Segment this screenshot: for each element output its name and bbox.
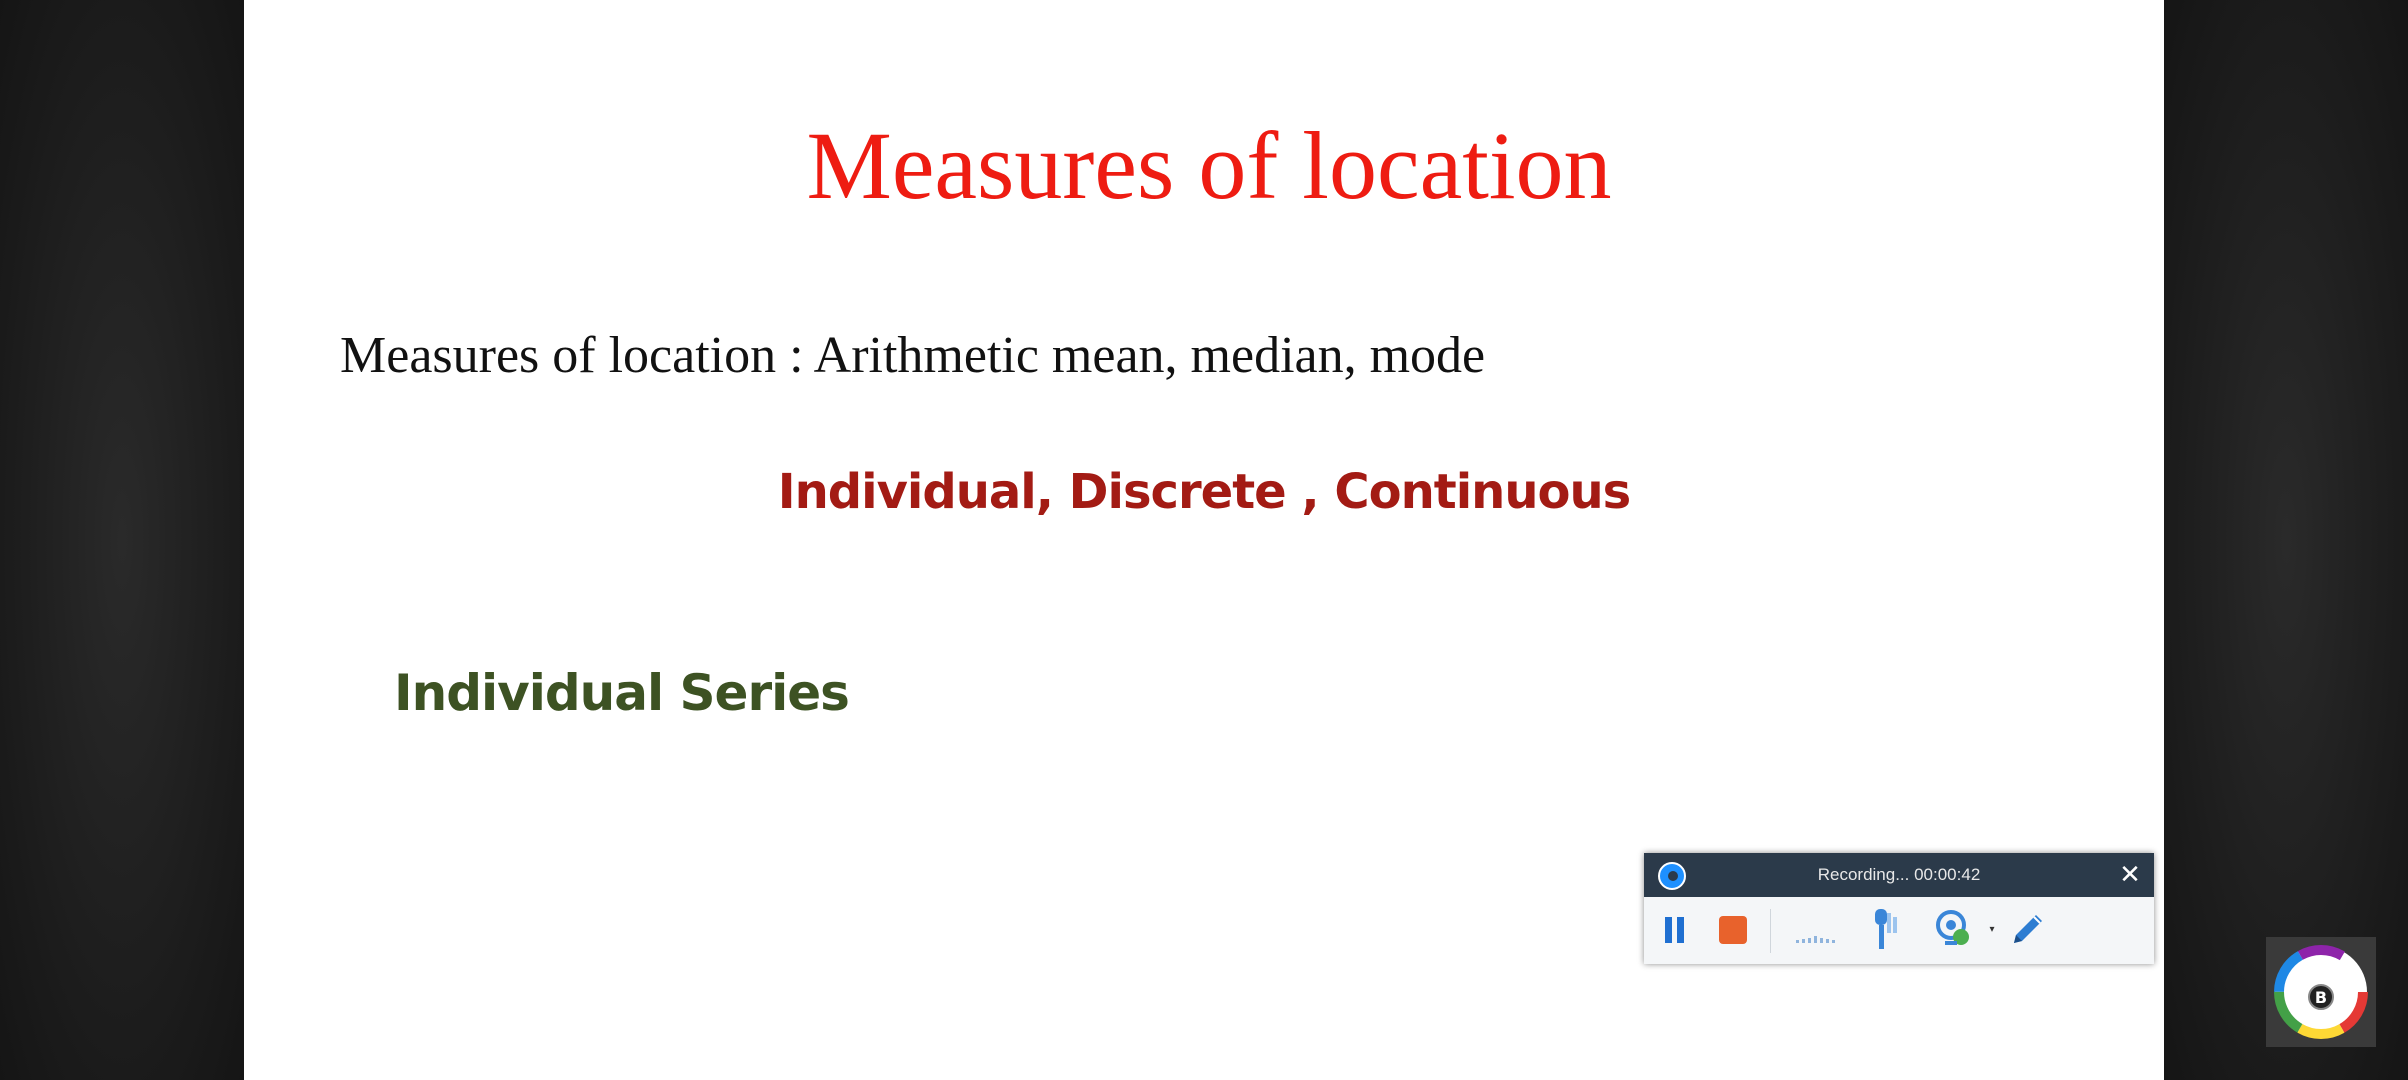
recording-toolbar-header[interactable]: Recording... 00:00:42 ✕ [1644,853,2154,897]
individual-series-heading: Individual Series [394,664,850,722]
stop-icon[interactable] [1719,916,1747,944]
slide-subtitle: Measures of location : Arithmetic mean, … [340,327,1486,384]
close-icon[interactable]: ✕ [2114,859,2146,891]
channel-logo: B [2266,937,2376,1047]
microphone-icon[interactable] [1863,907,1903,953]
pen-icon[interactable] [2006,909,2048,951]
slide-title: Measures of location [806,112,1612,219]
chevron-down-icon[interactable]: ▾ [1985,923,1999,937]
webcam-icon[interactable] [1933,909,1973,951]
channel-logo-icon: B [2274,945,2368,1039]
audio-level-icon[interactable] [1792,919,1840,945]
toolbar-divider [1770,909,1771,953]
recording-controls: ▾ [1644,897,2154,964]
recording-toolbar[interactable]: Recording... 00:00:42 ✕ ▾ [1644,853,2154,964]
pause-icon[interactable] [1664,917,1686,943]
series-types-heading: Individual, Discrete , Continuous [777,464,1631,520]
watermark-letter: B [2315,988,2327,1007]
right-backdrop [2164,0,2408,1080]
recording-status: Recording... 00:00:42 [1817,865,1981,884]
left-backdrop [0,0,244,1080]
